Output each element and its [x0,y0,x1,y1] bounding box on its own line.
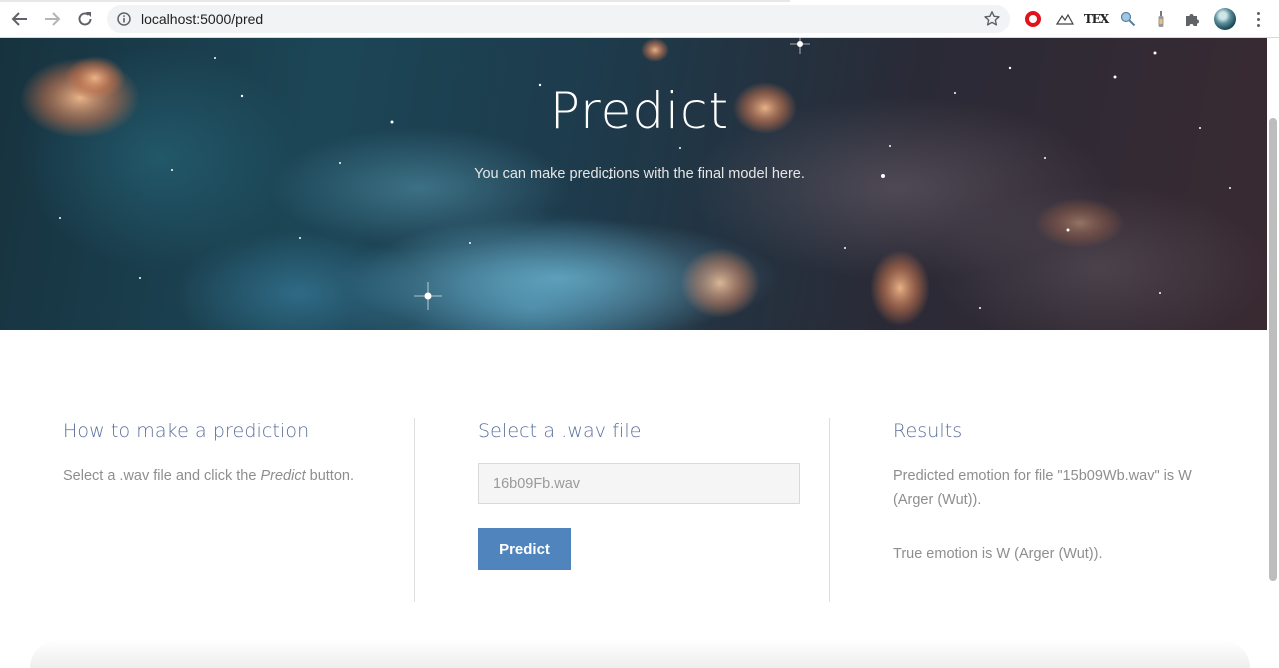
tex-icon[interactable]: TEX [1084,9,1109,29]
back-button[interactable] [8,8,32,30]
page-subtitle: You can make predictions with the final … [474,166,805,182]
address-bar[interactable]: localhost:5000/pred [107,5,1010,33]
arrow-right-icon [45,12,61,26]
footer-shadow [30,640,1250,668]
star-icon[interactable] [983,10,1001,28]
reload-icon [78,12,92,26]
search-extension-icon[interactable] [1118,9,1138,29]
how-to-section: How to make a prediction Select a .wav f… [63,418,413,602]
page-title: Predict [549,82,730,140]
how-to-text-start: Select a .wav file and click the [63,468,261,484]
how-to-text-emphasis: Predict [260,468,306,484]
mountain-icon[interactable] [1055,9,1075,29]
select-file-section: Select a .wav file 16b09Fb.wav Predict [414,418,829,602]
true-emotion-text: True emotion is W (Arger (Wut)). [893,546,1103,562]
forward-button[interactable] [40,8,64,30]
bottle-icon[interactable] [1151,9,1171,29]
predict-button[interactable]: Predict [478,528,571,570]
puzzle-icon[interactable] [1182,9,1202,29]
results-section: Results Predicted emotion for file "15b0… [829,418,1209,602]
info-icon[interactable] [117,12,131,26]
url-text[interactable]: localhost:5000/pred [141,11,263,27]
reload-button[interactable] [73,8,97,30]
arrow-left-icon [11,12,27,26]
how-to-text-end: button. [305,468,354,484]
browser-toolbar: localhost:5000/pred TEX [0,0,1279,38]
loading-bar [0,0,790,2]
avatar[interactable] [1214,8,1236,30]
hero-banner: Predict You can make predictions with th… [0,38,1279,330]
predicted-emotion-text: Predicted emotion for file "15b09Wb.wav"… [893,468,1192,508]
file-select-input[interactable]: 16b09Fb.wav [478,463,800,504]
how-to-heading: How to make a prediction [63,420,310,442]
scrollbar-thumb[interactable] [1269,118,1277,581]
how-to-text: Select a .wav file and click the Predict… [63,464,413,488]
page-scrollbar[interactable] [1267,38,1279,668]
select-file-heading: Select a .wav file [478,420,642,442]
results-heading: Results [893,420,963,442]
opera-icon[interactable] [1023,9,1043,29]
more-vert-icon[interactable] [1248,9,1268,29]
